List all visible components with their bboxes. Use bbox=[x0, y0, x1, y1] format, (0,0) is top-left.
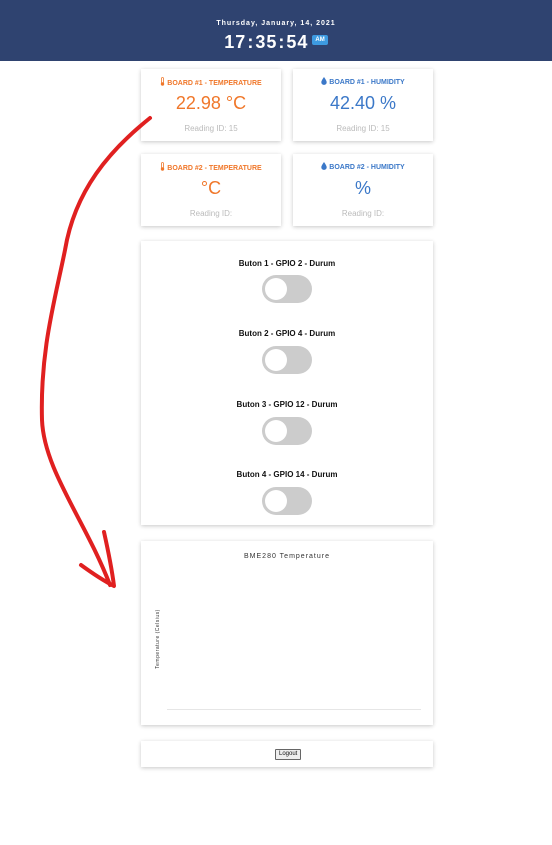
chart-y-axis-label: Temperature (Celsius) bbox=[155, 609, 161, 669]
card-title-text: BOARD #1 - TEMPERATURE bbox=[167, 80, 262, 87]
clock-seconds: 54 bbox=[286, 32, 309, 52]
card-title-text: BOARD #1 - HUMIDITY bbox=[329, 79, 405, 86]
card-title-text: BOARD #2 - HUMIDITY bbox=[329, 164, 405, 171]
board2-humidity-card: BOARD #2 - HUMIDITY % Reading ID: bbox=[293, 154, 433, 226]
toggle-gpio4[interactable] bbox=[262, 346, 312, 374]
thermometer-icon bbox=[161, 162, 165, 171]
board1-temperature-card: BOARD #1 - TEMPERATURE 22.98 °C Reading … bbox=[141, 69, 281, 141]
toggle-gpio12[interactable] bbox=[262, 417, 312, 445]
switch-label-gpio2: Buton 1 - GPIO 2 - Durum bbox=[238, 259, 336, 268]
toggle-knob bbox=[265, 349, 287, 371]
card-title: BOARD #1 - HUMIDITY bbox=[293, 77, 433, 86]
board1-humidity-card: BOARD #1 - HUMIDITY 42.40 % Reading ID: … bbox=[293, 69, 433, 141]
card-title: BOARD #2 - TEMPERATURE bbox=[141, 162, 281, 172]
toggle-gpio14[interactable] bbox=[262, 487, 312, 515]
logout-card: Logout bbox=[141, 741, 433, 767]
switch-label-gpio4: Buton 2 - GPIO 4 - Durum bbox=[238, 329, 336, 338]
card-title: BOARD #2 - HUMIDITY bbox=[293, 162, 433, 171]
clock-minutes: 35 bbox=[255, 32, 278, 52]
card-title-text: BOARD #2 - TEMPERATURE bbox=[167, 165, 262, 172]
toggle-knob bbox=[265, 420, 287, 442]
switch-label-gpio12: Buton 3 - GPIO 12 - Durum bbox=[236, 400, 338, 409]
chart-title: BME280 Temperature bbox=[244, 553, 330, 560]
switch-label-gpio14: Buton 4 - GPIO 14 - Durum bbox=[236, 470, 338, 479]
clock: 17:35:54 AM bbox=[0, 32, 552, 53]
toggle-knob bbox=[265, 490, 287, 512]
ampm-badge: AM bbox=[312, 35, 328, 46]
logout-button[interactable]: Logout bbox=[275, 749, 302, 760]
humidity-value: 42.40 % bbox=[329, 93, 397, 113]
card-title: BOARD #1 - TEMPERATURE bbox=[141, 77, 281, 87]
chart-x-axis bbox=[167, 709, 421, 710]
thermometer-icon bbox=[161, 77, 165, 86]
header-bar: Thursday, January, 14, 2021 17:35:54 AM bbox=[0, 0, 552, 61]
reading-id: Reading ID: bbox=[341, 209, 385, 218]
clock-separator: : bbox=[278, 32, 286, 52]
toggle-knob bbox=[265, 278, 287, 300]
gpio-switches-card: Buton 1 - GPIO 2 - Durum Buton 2 - GPIO … bbox=[141, 241, 433, 525]
clock-separator: : bbox=[247, 32, 255, 52]
toggle-gpio2[interactable] bbox=[262, 275, 312, 303]
reading-id: Reading ID: 15 bbox=[184, 124, 238, 133]
current-date: Thursday, January, 14, 2021 bbox=[216, 20, 336, 27]
droplet-icon bbox=[321, 162, 327, 170]
board2-temperature-card: BOARD #2 - TEMPERATURE °C Reading ID: bbox=[141, 154, 281, 226]
droplet-icon bbox=[321, 77, 327, 85]
temperature-chart-card: BME280 Temperature Temperature (Celsius) bbox=[141, 541, 433, 725]
temperature-value: 22.98 °C bbox=[175, 93, 247, 113]
reading-id: Reading ID: 15 bbox=[336, 124, 390, 133]
humidity-value: % bbox=[354, 178, 371, 198]
clock-hours: 17 bbox=[224, 32, 247, 52]
reading-id: Reading ID: bbox=[189, 209, 233, 218]
temperature-value: °C bbox=[200, 178, 222, 198]
